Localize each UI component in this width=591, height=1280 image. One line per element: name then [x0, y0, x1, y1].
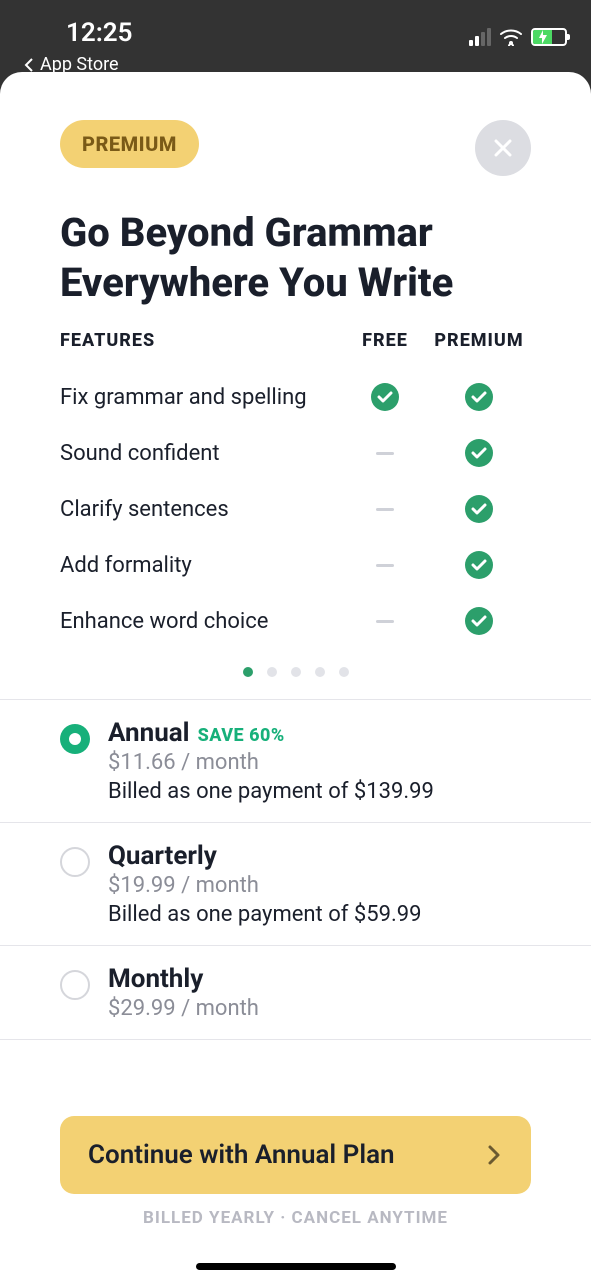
page-indicator[interactable]: [0, 667, 591, 677]
continue-button[interactable]: Continue with Annual Plan: [60, 1116, 531, 1194]
column-free: FREE: [343, 330, 427, 351]
feature-row: Clarify sentences: [0, 481, 591, 537]
plan-list: Annual SAVE 60% $11.66 / month Billed as on…: [0, 699, 591, 1040]
feature-list: Fix grammar and spelling Sound confident C…: [0, 369, 591, 649]
plan-option-quarterly[interactable]: Quarterly$19.99 / month Billed as one pay…: [0, 823, 591, 946]
close-button[interactable]: [475, 120, 531, 176]
check-icon: [465, 607, 493, 635]
feature-label: Sound confident: [60, 441, 343, 466]
radio-annual[interactable]: [60, 724, 90, 754]
feature-row: Fix grammar and spelling: [0, 369, 591, 425]
feature-label: Clarify sentences: [60, 497, 343, 522]
battery-icon: [531, 28, 567, 46]
plan-save-badge: SAVE 60%: [198, 725, 285, 746]
dash-icon: [376, 452, 394, 455]
column-premium: PREMIUM: [427, 330, 531, 351]
plan-option-annual[interactable]: Annual SAVE 60% $11.66 / month Billed as on…: [0, 700, 591, 823]
column-features: FEATURES: [60, 330, 343, 351]
feature-label: Fix grammar and spelling: [60, 385, 343, 410]
plan-title: Quarterly: [108, 841, 217, 871]
premium-badge: PREMIUM: [60, 120, 199, 168]
check-icon: [465, 495, 493, 523]
feature-label: Add formality: [60, 553, 343, 578]
page-dot[interactable]: [267, 667, 277, 677]
feature-label: Enhance word choice: [60, 609, 343, 634]
continue-button-label: Continue with Annual Plan: [88, 1140, 395, 1170]
paywall-sheet: PREMIUM Go Beyond Grammar Everywhere You…: [0, 72, 591, 1280]
page-headline: Go Beyond Grammar Everywhere You Write: [0, 176, 591, 330]
page-dot[interactable]: [243, 667, 253, 677]
checkmark-icon: [471, 559, 487, 571]
plan-billing: Billed as one payment of $139.99: [108, 779, 531, 804]
status-bar: 12:25 App Store: [0, 0, 591, 72]
close-icon: [491, 136, 515, 160]
feature-row: Sound confident: [0, 425, 591, 481]
plan-billing: Billed as one payment of $59.99: [108, 902, 531, 927]
plan-price: $19.99 / month: [108, 873, 531, 898]
charging-bolt-icon: [538, 30, 548, 44]
page-dot[interactable]: [339, 667, 349, 677]
radio-quarterly[interactable]: [60, 847, 90, 877]
page-dot[interactable]: [291, 667, 301, 677]
plan-price: $29.99 / month: [108, 996, 531, 1021]
checkmark-icon: [471, 503, 487, 515]
checkmark-icon: [471, 447, 487, 459]
feature-table-header: FEATURES FREE PREMIUM: [0, 330, 591, 351]
plan-title: Annual: [108, 718, 190, 748]
wifi-icon: [499, 28, 523, 46]
billing-footer: BILLED YEARLY · CANCEL ANYTIME: [60, 1208, 531, 1228]
radio-monthly[interactable]: [60, 970, 90, 1000]
checkmark-icon: [471, 391, 487, 403]
check-icon: [371, 383, 399, 411]
dash-icon: [376, 508, 394, 511]
check-icon: [465, 439, 493, 467]
cell-signal-icon: [469, 28, 491, 46]
back-caret-icon: [24, 57, 36, 73]
feature-row: Add formality: [0, 537, 591, 593]
feature-row: Enhance word choice: [0, 593, 591, 649]
check-icon: [465, 551, 493, 579]
plan-option-monthly[interactable]: Monthly$29.99 / month: [0, 946, 591, 1040]
chevron-right-icon: [485, 1143, 503, 1167]
dash-icon: [376, 564, 394, 567]
home-indicator[interactable]: [196, 1263, 396, 1270]
check-icon: [465, 383, 493, 411]
plan-price: $11.66 / month: [108, 750, 531, 775]
status-time: 12:25: [66, 18, 133, 48]
dash-icon: [376, 620, 394, 623]
page-dot[interactable]: [315, 667, 325, 677]
plan-title: Monthly: [108, 964, 203, 994]
checkmark-icon: [377, 391, 393, 403]
checkmark-icon: [471, 615, 487, 627]
